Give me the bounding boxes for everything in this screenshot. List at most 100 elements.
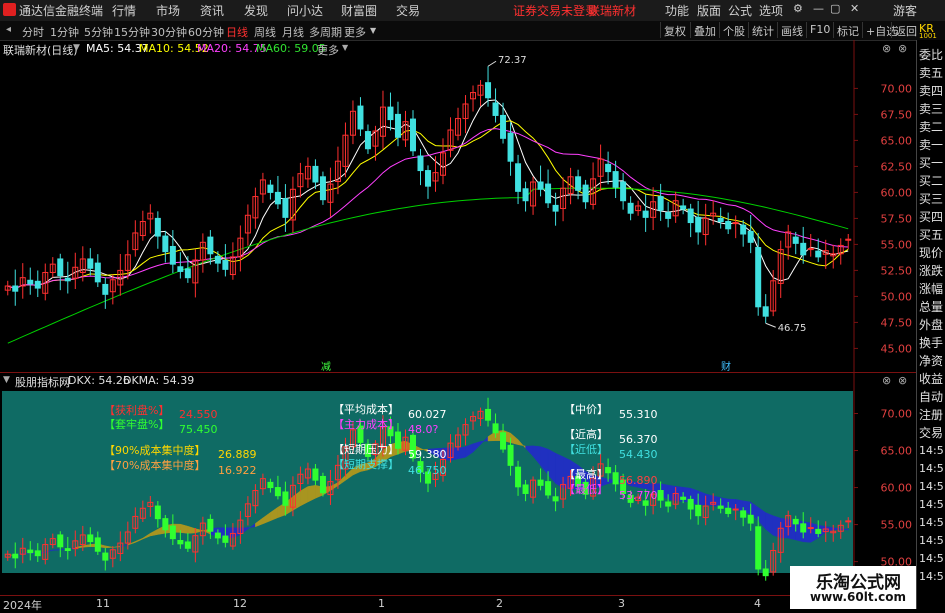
menu-xuanxiang[interactable]: 选项 [759, 2, 783, 19]
candle [748, 215, 753, 253]
legend-toggle-icon[interactable]: ▼ [73, 43, 80, 53]
tab-fenshi[interactable]: 分时 [22, 24, 44, 40]
candle-body [223, 261, 228, 270]
sub-toggle-icon[interactable]: ▼ [3, 375, 10, 385]
side-label-sell4: 卖四 [919, 82, 943, 99]
tab-60min[interactable]: 60分钟 [188, 24, 224, 40]
overlay-label-highest: 【最高】 [564, 466, 608, 482]
tab-5min[interactable]: 5分钟 [84, 24, 113, 40]
indicator-candle-body [613, 473, 618, 484]
indicator-candle-body [718, 506, 723, 508]
candle-body [741, 225, 746, 234]
side-label-register: 注册 [919, 406, 943, 423]
side-label-buy4: 买四 [919, 208, 943, 225]
overlay-value-conc90: 26.889 [218, 448, 257, 461]
tab-15min[interactable]: 15分钟 [114, 24, 150, 40]
draw-line-button[interactable]: 画线 [777, 22, 806, 38]
tab-30min[interactable]: 30分钟 [151, 24, 187, 40]
maximize-icon[interactable]: ▢ [830, 2, 840, 15]
overlay-label-conc70: 【70%成本集中度】 [104, 457, 205, 473]
candle [20, 263, 25, 299]
overlay-button[interactable]: 叠加 [690, 22, 719, 38]
reduce-marker[interactable]: 减 [321, 358, 331, 373]
collapse-arrow-icon[interactable]: ◂ [6, 24, 11, 35]
f10-button[interactable]: F10 [806, 22, 833, 38]
indicator-candle-body [163, 519, 168, 530]
indicator-candle-body [508, 445, 513, 465]
site-watermark: 乐淘公式网 www.60lt.com [790, 566, 916, 609]
candle [140, 211, 145, 241]
candle [185, 256, 190, 283]
indicator-candle-body [493, 424, 498, 433]
more-legend-dropdown-icon[interactable]: ▼ [342, 43, 348, 52]
tab-multi-period[interactable]: 多周期 [309, 24, 342, 40]
candle [538, 166, 543, 197]
menu-jiaoyi[interactable]: 交易 [396, 2, 420, 19]
menu-hangqing[interactable]: 行情 [112, 2, 136, 19]
candle [253, 188, 258, 229]
main-settings-icon[interactable]: ⊗ [882, 42, 891, 55]
menu-banmian[interactable]: 版面 [697, 2, 721, 19]
side-label-trade: 交易 [919, 424, 943, 441]
tab-1min[interactable]: 1分钟 [50, 24, 79, 40]
more-dropdown-icon[interactable]: ▼ [370, 26, 376, 35]
menu-gongshi[interactable]: 公式 [728, 2, 752, 19]
tab-weekly[interactable]: 周线 [254, 24, 276, 40]
candle-body [65, 278, 70, 281]
mark-button[interactable]: 标记 [833, 22, 862, 38]
top-menu-bar: 通达信金融终端 行情 市场 资讯 发现 问小达 财富圈 交易 证券交易未登录 联… [0, 0, 945, 22]
candle-body [103, 284, 108, 294]
sub-close-icon[interactable]: ⊗ [898, 374, 907, 387]
main-close-icon[interactable]: ⊗ [898, 42, 907, 55]
minimize-icon[interactable]: — [813, 2, 824, 15]
candle-body [358, 106, 363, 129]
candle [163, 231, 168, 263]
candle [778, 241, 783, 298]
tab-more[interactable]: 更多 [344, 24, 366, 40]
candle [838, 238, 843, 264]
more-legend[interactable]: 更多 [317, 42, 339, 58]
back-button[interactable]: 返回 [891, 22, 920, 38]
single-stock-button[interactable]: 个股 [719, 22, 748, 38]
candle-body [283, 199, 288, 218]
overlay-value-midprice: 55.310 [619, 408, 658, 421]
stats-button[interactable]: 统计 [748, 22, 777, 38]
finance-marker[interactable]: 财 [721, 358, 731, 373]
candle-body [583, 185, 588, 202]
indicator-candle-body [816, 529, 821, 533]
menu-shichang[interactable]: 市场 [156, 2, 180, 19]
candle [380, 91, 385, 149]
menu-gongneng[interactable]: 功能 [665, 2, 689, 19]
close-icon[interactable]: ✕ [850, 2, 859, 15]
menu-wenxiaoda[interactable]: 问小达 [287, 2, 323, 19]
price-chart[interactable]: 45.0047.5050.0052.5055.0057.5060.0062.50… [0, 40, 916, 372]
fuquan-button[interactable]: 复权 [660, 22, 689, 38]
tab-daily[interactable]: 日线 [226, 24, 248, 40]
candle [13, 270, 18, 306]
price-tick-label: 50.00 [881, 290, 913, 303]
login-status[interactable]: 证券交易未登录 [513, 2, 597, 19]
candle [448, 117, 453, 157]
candle [433, 156, 438, 192]
menu-zixun[interactable]: 资讯 [200, 2, 224, 19]
tab-monthly[interactable]: 月线 [282, 24, 304, 40]
candle-body [628, 203, 633, 213]
ma-line-ma20 [8, 129, 848, 289]
candle [88, 248, 93, 275]
indicator-candle-body [313, 469, 318, 480]
candle [741, 220, 746, 247]
gear-icon[interactable]: ⚙ [793, 2, 803, 15]
menu-caifuquan[interactable]: 财富圈 [341, 2, 377, 19]
candle [28, 268, 33, 295]
candle [726, 213, 731, 234]
guest-label[interactable]: 游客 [893, 2, 917, 19]
dkx-below-band [713, 496, 721, 507]
candle-body [275, 192, 280, 203]
candle-body [410, 119, 415, 151]
candle [478, 80, 483, 106]
candle [673, 192, 678, 223]
candle [388, 93, 393, 131]
side-label-sell5: 卖五 [919, 64, 943, 81]
menu-faxian[interactable]: 发现 [244, 2, 268, 19]
sub-settings-icon[interactable]: ⊗ [882, 374, 891, 387]
